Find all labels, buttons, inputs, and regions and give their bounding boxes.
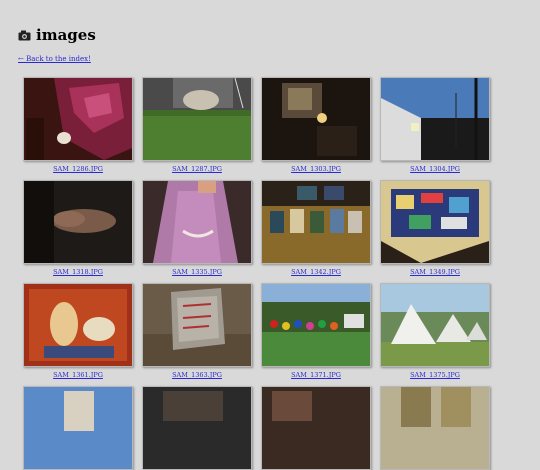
gallery-item: SAM_1361.JPG [23,283,133,379]
image-thumbnail[interactable] [380,386,490,470]
gallery-item [261,386,371,470]
image-gallery: SAM_1286.JPG SAM_1287.JPG SAM_1303.JPG S… [0,0,540,470]
image-thumbnail[interactable] [380,283,490,367]
image-thumbnail[interactable] [142,386,252,470]
image-thumbnail[interactable] [261,283,371,367]
image-caption[interactable]: SAM_1375.JPG [380,371,490,379]
image-thumbnail[interactable] [380,77,490,161]
image-caption[interactable]: SAM_1303.JPG [261,165,371,173]
image-thumbnail[interactable] [23,77,133,161]
gallery-item: SAM_1286.JPG [23,77,133,173]
gallery-item: SAM_1303.JPG [261,77,371,173]
image-thumbnail[interactable] [380,180,490,264]
gallery-item: SAM_1349.JPG [380,180,490,276]
image-thumbnail[interactable] [23,386,133,470]
image-caption[interactable]: SAM_1363.JPG [142,371,252,379]
image-caption[interactable]: SAM_1287.JPG [142,165,252,173]
gallery-item: SAM_1335.JPG [142,180,252,276]
image-caption[interactable]: SAM_1304.JPG [380,165,490,173]
image-thumbnail[interactable] [142,283,252,367]
image-caption[interactable]: SAM_1286.JPG [23,165,133,173]
image-caption[interactable]: SAM_1342.JPG [261,268,371,276]
gallery-item: SAM_1287.JPG [142,77,252,173]
gallery-item [380,386,490,470]
image-thumbnail[interactable] [142,77,252,161]
gallery-item: SAM_1363.JPG [142,283,252,379]
image-caption[interactable]: SAM_1318.JPG [23,268,133,276]
image-thumbnail[interactable] [261,77,371,161]
gallery-item [23,386,133,470]
gallery-item: SAM_1342.JPG [261,180,371,276]
image-thumbnail[interactable] [23,180,133,264]
gallery-item: SAM_1304.JPG [380,77,490,173]
gallery-item [142,386,252,470]
gallery-item: SAM_1375.JPG [380,283,490,379]
image-caption[interactable]: SAM_1335.JPG [142,268,252,276]
image-thumbnail[interactable] [261,180,371,264]
image-caption[interactable]: SAM_1349.JPG [380,268,490,276]
gallery-item: SAM_1371.JPG [261,283,371,379]
image-thumbnail[interactable] [23,283,133,367]
image-thumbnail[interactable] [142,180,252,264]
image-caption[interactable]: SAM_1371.JPG [261,371,371,379]
image-thumbnail[interactable] [261,386,371,470]
gallery-item: SAM_1318.JPG [23,180,133,276]
image-caption[interactable]: SAM_1361.JPG [23,371,133,379]
